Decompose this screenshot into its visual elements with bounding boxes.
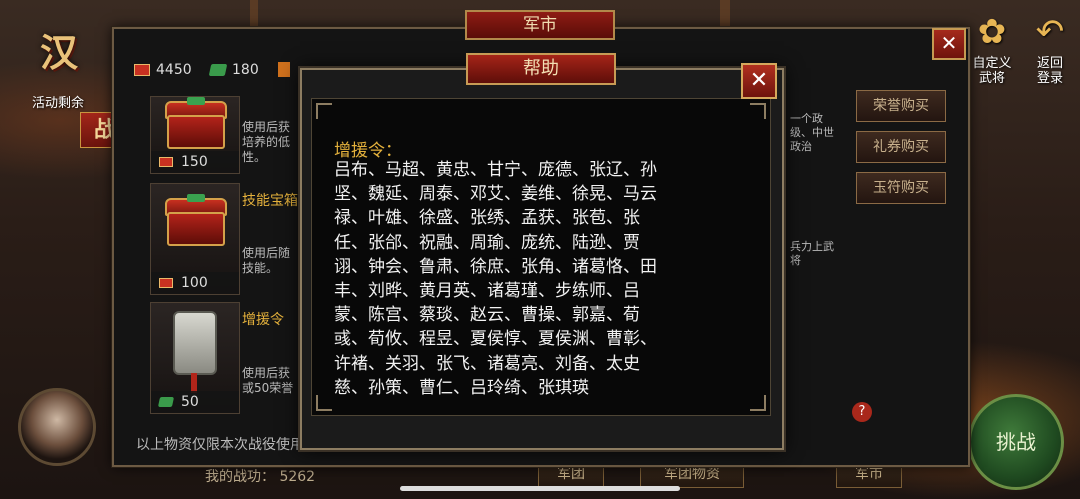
chest-icon: [163, 97, 229, 153]
scene-title: 汉: [40, 30, 79, 75]
item-price-value: 100: [181, 275, 208, 291]
seal-icon: ✿: [977, 12, 1007, 52]
voucher-amount: 180: [232, 62, 259, 78]
token-tassel: [191, 373, 197, 393]
help-line: 任、张郃、祝融、周瑜、庞统、陆逊、贾: [334, 232, 640, 253]
item-name: 增援令: [242, 312, 284, 328]
jade-currency: [278, 62, 290, 77]
custom-general-button[interactable]: ✿ 自定义 武将: [964, 8, 1020, 98]
item-price-value: 150: [181, 154, 208, 170]
my-merit: 我的战功： 5262: [205, 466, 315, 486]
help-title: 帮助: [466, 53, 616, 85]
custom-general-label-1: 自定义: [972, 56, 1012, 71]
market-item-card[interactable]: 150: [150, 96, 240, 174]
help-line: 蒙、陈宫、蔡琰、赵云、曹操、郭嘉、荀: [334, 305, 640, 326]
honor-amount: 4450: [156, 62, 192, 78]
return-login-button[interactable]: ↶ 返回 登录: [1022, 8, 1078, 98]
honor-coin-icon: [134, 64, 150, 76]
item-price-value: 50: [181, 394, 199, 410]
help-line: 许褚、关羽、张飞、诸葛亮、刘备、太史: [334, 353, 640, 374]
home-indicator[interactable]: [400, 486, 680, 491]
return-login-label-1: 返回: [1036, 56, 1063, 71]
help-question-button[interactable]: ?: [852, 402, 872, 422]
honor-coin-icon: [159, 157, 173, 167]
item-description-right: 兵力上武将: [790, 240, 834, 267]
merit-label: 我的战功：: [205, 469, 275, 485]
item-description: 使用后获培养的低性。: [242, 120, 291, 164]
market-item-card[interactable]: 100: [150, 183, 240, 295]
jade-token-icon: [278, 62, 290, 77]
chest-icon: [163, 194, 229, 250]
help-line: 彧、荀攸、程昱、夏侯惇、夏侯渊、曹彰、: [334, 329, 657, 350]
market-close-button[interactable]: ✕: [932, 28, 966, 60]
hero-portrait[interactable]: [18, 388, 96, 466]
honor-coin-icon: [159, 278, 173, 288]
item-description: 使用后随技能。: [242, 246, 291, 275]
challenge-button[interactable]: 挑战: [968, 394, 1064, 490]
help-general-list: 吕布、马超、黄忠、甘宁、庞德、张辽、孙 坚、魏延、周泰、邓艾、姜维、徐晃、马云 …: [334, 158, 734, 400]
help-line: 吕布、马超、黄忠、甘宁、庞德、张辽、孙: [334, 160, 657, 180]
item-price: 100: [151, 272, 239, 294]
item-name: 技能宝箱: [242, 193, 298, 209]
item-description: 使用后获或50荣誉: [242, 366, 294, 395]
token-icon: [173, 311, 217, 375]
voucher-currency: 180: [208, 62, 259, 78]
item-price: 150: [151, 151, 239, 173]
help-line: 丰、刘晔、黄月英、诸葛瑾、步练师、吕: [334, 281, 640, 302]
help-line: 慈、孙策、曹仁、吕玲绮、张琪瑛: [334, 377, 589, 398]
custom-general-label-2: 武将: [978, 71, 1005, 86]
voucher-icon: [157, 397, 175, 407]
honor-currency: 4450: [134, 62, 192, 78]
item-price: 50: [151, 391, 239, 413]
help-line: 诩、钟会、鲁肃、徐庶、张角、诸葛恪、田: [334, 256, 657, 277]
return-arrow-icon: ↶: [1035, 12, 1065, 52]
help-line: 禄、叶雄、徐盛、张绣、孟获、张苞、张: [334, 208, 640, 229]
return-login-label-2: 登录: [1036, 71, 1063, 86]
market-title: 军市: [465, 10, 615, 40]
help-close-button[interactable]: ✕: [741, 63, 777, 99]
voucher-icon: [208, 64, 228, 76]
merit-value: 5262: [279, 469, 316, 485]
jade-purchase-button[interactable]: 玉符购买: [856, 172, 946, 204]
market-item-card[interactable]: 50: [150, 302, 240, 414]
item-description-right: 一个政级、中世政治: [790, 112, 834, 153]
voucher-purchase-button[interactable]: 礼券购买: [856, 131, 946, 163]
activity-remaining-label: 活动剩余: [32, 96, 85, 111]
help-line: 坚、魏延、周泰、邓艾、姜维、徐晃、马云: [334, 184, 657, 205]
honor-purchase-button[interactable]: 荣誉购买: [856, 90, 946, 122]
